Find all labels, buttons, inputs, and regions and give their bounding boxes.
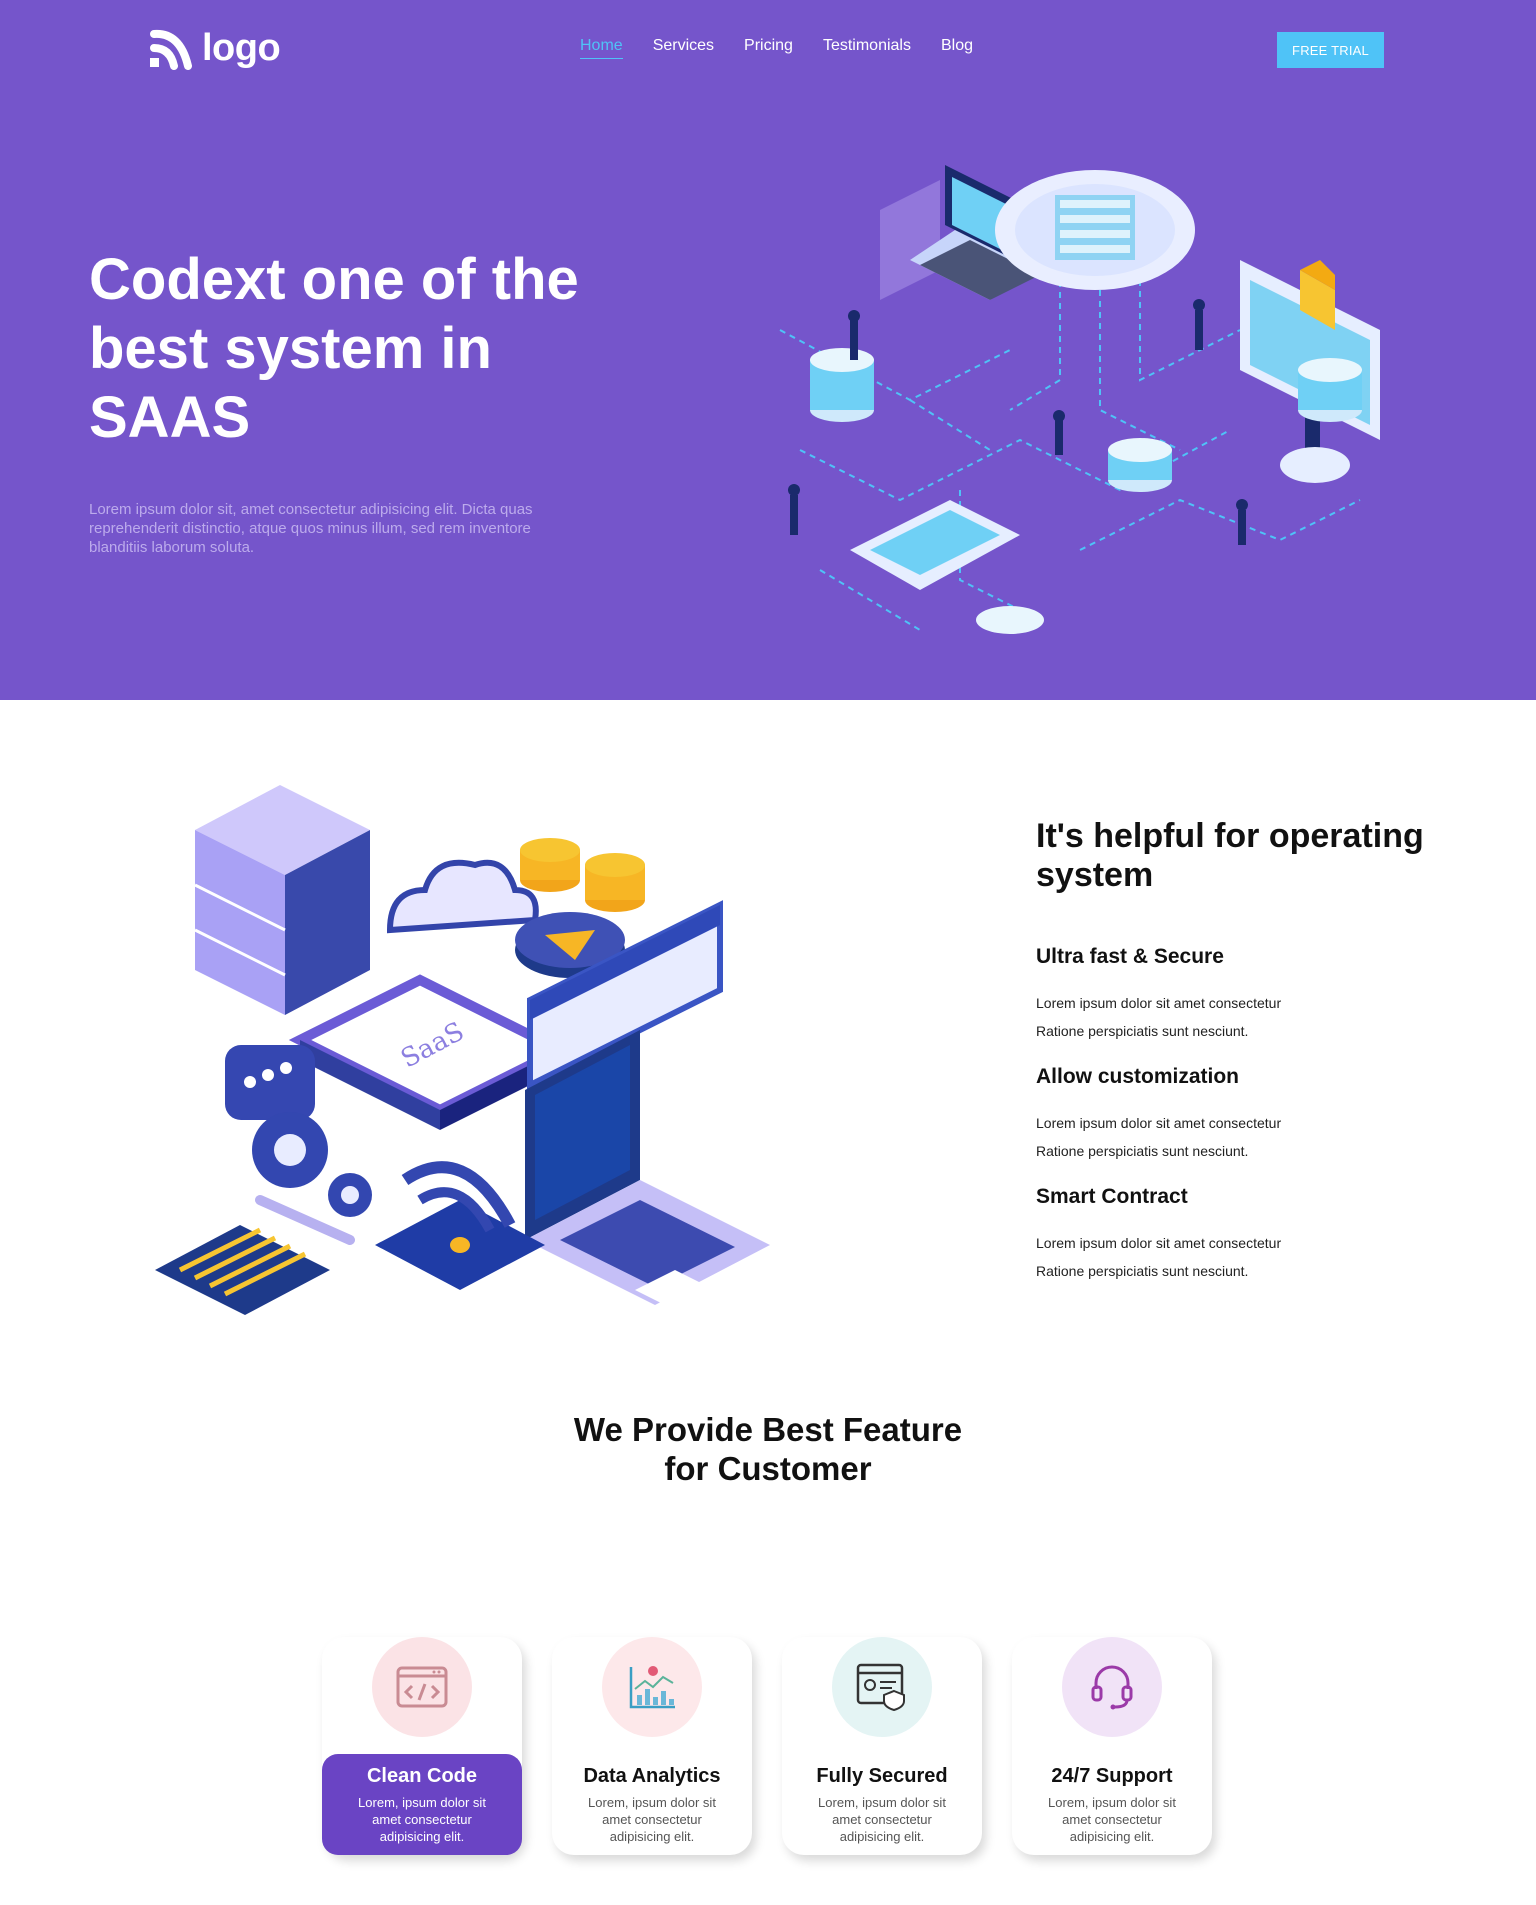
card-icon-circle: [832, 1637, 932, 1737]
nav-home[interactable]: Home: [580, 37, 623, 59]
card-body: Data Analytics Lorem, ipsum dolor sit am…: [552, 1754, 752, 1855]
card-title: 24/7 Support: [1051, 1765, 1173, 1787]
card-text: Lorem, ipsum dolor sit amet consectetur …: [588, 1795, 716, 1844]
logo-text: logo: [202, 26, 281, 69]
feature-card-data-analytics[interactable]: Data Analytics Lorem, ipsum dolor sit am…: [552, 1637, 752, 1855]
card-title: Data Analytics: [583, 1765, 721, 1787]
free-trial-button[interactable]: FREE TRIAL: [1277, 32, 1384, 68]
nav-blog[interactable]: Blog: [941, 37, 973, 59]
logo-icon: [150, 29, 192, 70]
saas-isometric-illustration: SaaS: [155, 785, 770, 1315]
nav-testimonials[interactable]: Testimonials: [823, 37, 911, 59]
analytics-chart-icon: [629, 1666, 675, 1709]
card-body: Fully Secured Lorem, ipsum dolor sit ame…: [782, 1754, 982, 1855]
feature-line: Lorem ipsum dolor sit amet consectetur: [1036, 995, 1282, 1011]
feature-card-support[interactable]: 24/7 Support Lorem, ipsum dolor sit amet…: [1012, 1637, 1212, 1855]
feature-line: Ratione perspiciatis sunt nesciunt.: [1036, 1263, 1249, 1279]
hero-section: logo Home Services Pricing Testimonials …: [0, 0, 1536, 700]
card-icon-circle: [602, 1637, 702, 1737]
card-title: Clean Code: [366, 1765, 478, 1787]
nav-pricing[interactable]: Pricing: [744, 37, 793, 59]
saas-network-illustration: [779, 165, 1380, 634]
card-text: Lorem, ipsum dolor sit amet consectetur …: [358, 1795, 486, 1844]
card-title: Fully Secured: [816, 1765, 948, 1787]
feature-line: Ratione perspiciatis sunt nesciunt.: [1036, 1143, 1249, 1159]
feature-title: Allow customization: [1036, 1065, 1240, 1088]
main-nav: Home Services Pricing Testimonials Blog: [580, 37, 973, 59]
feature-line: Lorem ipsum dolor sit amet consectetur: [1036, 1115, 1282, 1131]
features-heading-line2: for Customer: [664, 1450, 872, 1487]
feature-line: Ratione perspiciatis sunt nesciunt.: [1036, 1023, 1249, 1039]
card-body: Clean Code Lorem, ipsum dolor sit amet c…: [322, 1754, 522, 1855]
operating-system-heading: It's helpful for operating system: [1036, 817, 1424, 894]
feature-card-fully-secured[interactable]: Fully Secured Lorem, ipsum dolor sit ame…: [782, 1637, 982, 1855]
code-window-icon: [396, 1666, 448, 1708]
card-icon-circle: [1062, 1637, 1162, 1737]
feature-ultra-fast: Ultra fast & Secure Lorem ipsum dolor si…: [1036, 945, 1456, 1045]
feature-card-clean-code[interactable]: Clean Code Lorem, ipsum dolor sit amet c…: [322, 1637, 522, 1855]
feature-title: Smart Contract: [1036, 1185, 1188, 1208]
features-heading-line1: We Provide Best Feature: [573, 1411, 963, 1448]
hero-title: Codext one of the best system in SAAS: [89, 247, 579, 450]
nav-services[interactable]: Services: [653, 37, 714, 59]
features-heading: We Provide Best Feature for Customer: [468, 1410, 1068, 1488]
feature-customization: Allow customization Lorem ipsum dolor si…: [1036, 1065, 1456, 1165]
card-text: Lorem, ipsum dolor sit amet consectetur …: [1048, 1795, 1176, 1844]
logo[interactable]: logo: [150, 26, 281, 70]
card-body: 24/7 Support Lorem, ipsum dolor sit amet…: [1012, 1754, 1212, 1855]
feature-line: Lorem ipsum dolor sit amet consectetur: [1036, 1235, 1282, 1251]
hero-description: Lorem ipsum dolor sit, amet consectetur …: [89, 501, 533, 556]
feature-title: Ultra fast & Secure: [1036, 945, 1224, 968]
card-icon-circle: [372, 1637, 472, 1737]
secure-browser-icon: [856, 1663, 905, 1711]
feature-smart-contract: Smart Contract Lorem ipsum dolor sit ame…: [1036, 1185, 1456, 1285]
card-text: Lorem, ipsum dolor sit amet consectetur …: [818, 1795, 946, 1844]
headset-icon: [1091, 1665, 1133, 1710]
